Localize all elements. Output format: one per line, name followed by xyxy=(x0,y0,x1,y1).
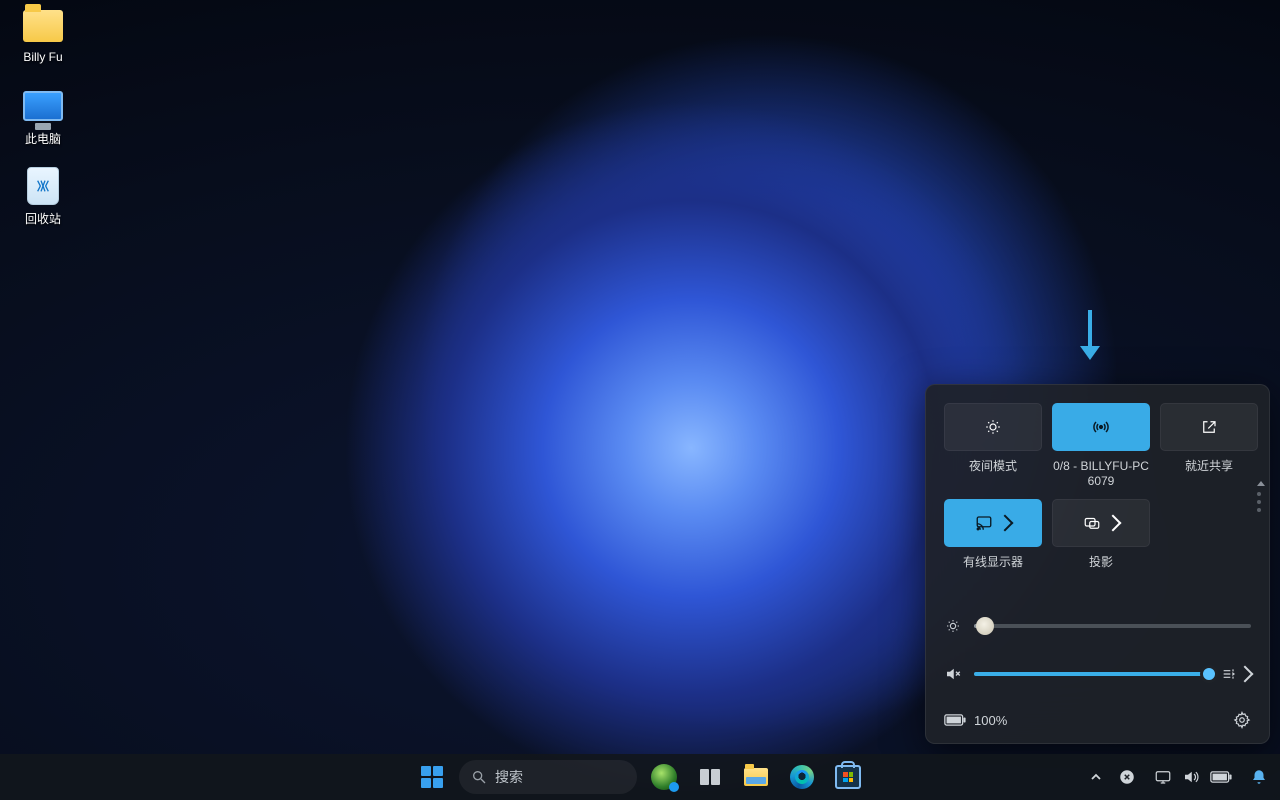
settings-button[interactable] xyxy=(1233,711,1251,729)
edge-button[interactable] xyxy=(783,758,821,796)
task-view-button[interactable] xyxy=(691,758,729,796)
task-view-icon xyxy=(700,769,720,785)
battery-icon xyxy=(944,713,966,727)
battery-status[interactable]: 100% xyxy=(944,713,1007,728)
file-explorer-button[interactable] xyxy=(737,758,775,796)
desktop-icon-user-folder[interactable]: Billy Fu xyxy=(8,6,78,64)
search-placeholder: 搜索 xyxy=(495,767,523,787)
share-icon xyxy=(1200,418,1218,436)
recycle-bin-icon xyxy=(23,166,63,206)
volume-icon xyxy=(1182,768,1200,786)
annotation-arrow xyxy=(1075,308,1105,360)
network-icon xyxy=(1154,768,1172,786)
gear-icon xyxy=(1233,711,1251,729)
taskbar-center: 搜索 xyxy=(413,758,867,796)
battery-text: 100% xyxy=(974,713,1007,728)
quick-settings-footer: 100% xyxy=(944,711,1251,729)
pc-icon xyxy=(23,86,63,126)
chevron-right-icon xyxy=(1237,666,1254,683)
volume-mute-icon[interactable] xyxy=(944,665,962,683)
volume-slider-row xyxy=(944,659,1251,689)
chevron-right-icon xyxy=(997,515,1014,532)
ms-store-button[interactable] xyxy=(829,758,867,796)
notifications-button[interactable] xyxy=(1244,758,1274,796)
sliders-section xyxy=(944,611,1251,689)
brightness-slider[interactable] xyxy=(974,624,1251,628)
chevron-right-icon xyxy=(1105,515,1122,532)
desktop-icon-label: 回收站 xyxy=(8,210,78,227)
search-box[interactable]: 搜索 xyxy=(459,760,637,794)
project-button[interactable] xyxy=(1052,499,1150,547)
tile-label: 就近共享 xyxy=(1185,459,1233,489)
brightness-icon xyxy=(944,617,962,635)
project-icon xyxy=(1083,514,1101,532)
folder-icon xyxy=(744,768,768,786)
night-light-icon xyxy=(984,418,1002,436)
tile-label: 夜间模式 xyxy=(969,459,1017,489)
store-icon xyxy=(835,765,861,789)
quick-settings-panel: 夜间模式 0/8 - BILLYFU-PC 6079 就近共享 有 xyxy=(925,384,1270,744)
tile-nearby-share: 就近共享 xyxy=(1160,403,1258,489)
desktop[interactable]: Billy Fu 此电脑 回收站 夜间模式 0/8 xyxy=(0,0,1280,800)
hotspot-icon xyxy=(1091,417,1111,437)
close-circle-icon xyxy=(1118,768,1136,786)
assistant-button[interactable] xyxy=(645,758,683,796)
start-button[interactable] xyxy=(413,758,451,796)
brightness-slider-row xyxy=(944,611,1251,641)
tiles-scroll-indicator[interactable] xyxy=(1257,481,1265,512)
nearby-share-toggle[interactable] xyxy=(1160,403,1258,451)
desktop-icon-label: Billy Fu xyxy=(8,50,78,64)
wired-display-button[interactable] xyxy=(944,499,1042,547)
edge-icon xyxy=(790,765,814,789)
taskbar: 搜索 xyxy=(0,754,1280,800)
folder-icon xyxy=(23,6,63,46)
search-icon xyxy=(471,769,487,785)
desktop-icon-recycle-bin[interactable]: 回收站 xyxy=(8,166,78,227)
chevron-up-icon xyxy=(1090,771,1102,783)
tile-wired-display: 有线显示器 xyxy=(944,499,1042,585)
audio-output-icon xyxy=(1221,666,1237,682)
tray-status-button[interactable] xyxy=(1112,758,1142,796)
night-light-toggle[interactable] xyxy=(944,403,1042,451)
globe-icon xyxy=(651,764,677,790)
battery-icon xyxy=(1210,770,1232,784)
desktop-icon-label: 此电脑 xyxy=(8,130,78,147)
tile-project: 投影 xyxy=(1052,499,1150,585)
volume-slider[interactable] xyxy=(974,672,1209,676)
tile-label: 有线显示器 xyxy=(963,555,1023,585)
windows-logo-icon xyxy=(421,766,443,788)
tile-label: 投影 xyxy=(1089,555,1113,585)
cast-icon xyxy=(975,514,993,532)
tile-night-light: 夜间模式 xyxy=(944,403,1042,489)
taskbar-tray xyxy=(1084,758,1274,796)
desktop-icon-this-pc[interactable]: 此电脑 xyxy=(8,86,78,147)
bell-icon xyxy=(1250,768,1268,786)
tile-label: 0/8 - BILLYFU-PC 6079 xyxy=(1052,459,1150,489)
tile-hotspot: 0/8 - BILLYFU-PC 6079 xyxy=(1052,403,1150,489)
quick-settings-tray-button[interactable] xyxy=(1146,758,1240,796)
quick-settings-tiles: 夜间模式 0/8 - BILLYFU-PC 6079 就近共享 有 xyxy=(944,403,1251,585)
audio-output-select[interactable] xyxy=(1221,666,1251,682)
hotspot-toggle[interactable] xyxy=(1052,403,1150,451)
tray-overflow-button[interactable] xyxy=(1084,758,1108,796)
